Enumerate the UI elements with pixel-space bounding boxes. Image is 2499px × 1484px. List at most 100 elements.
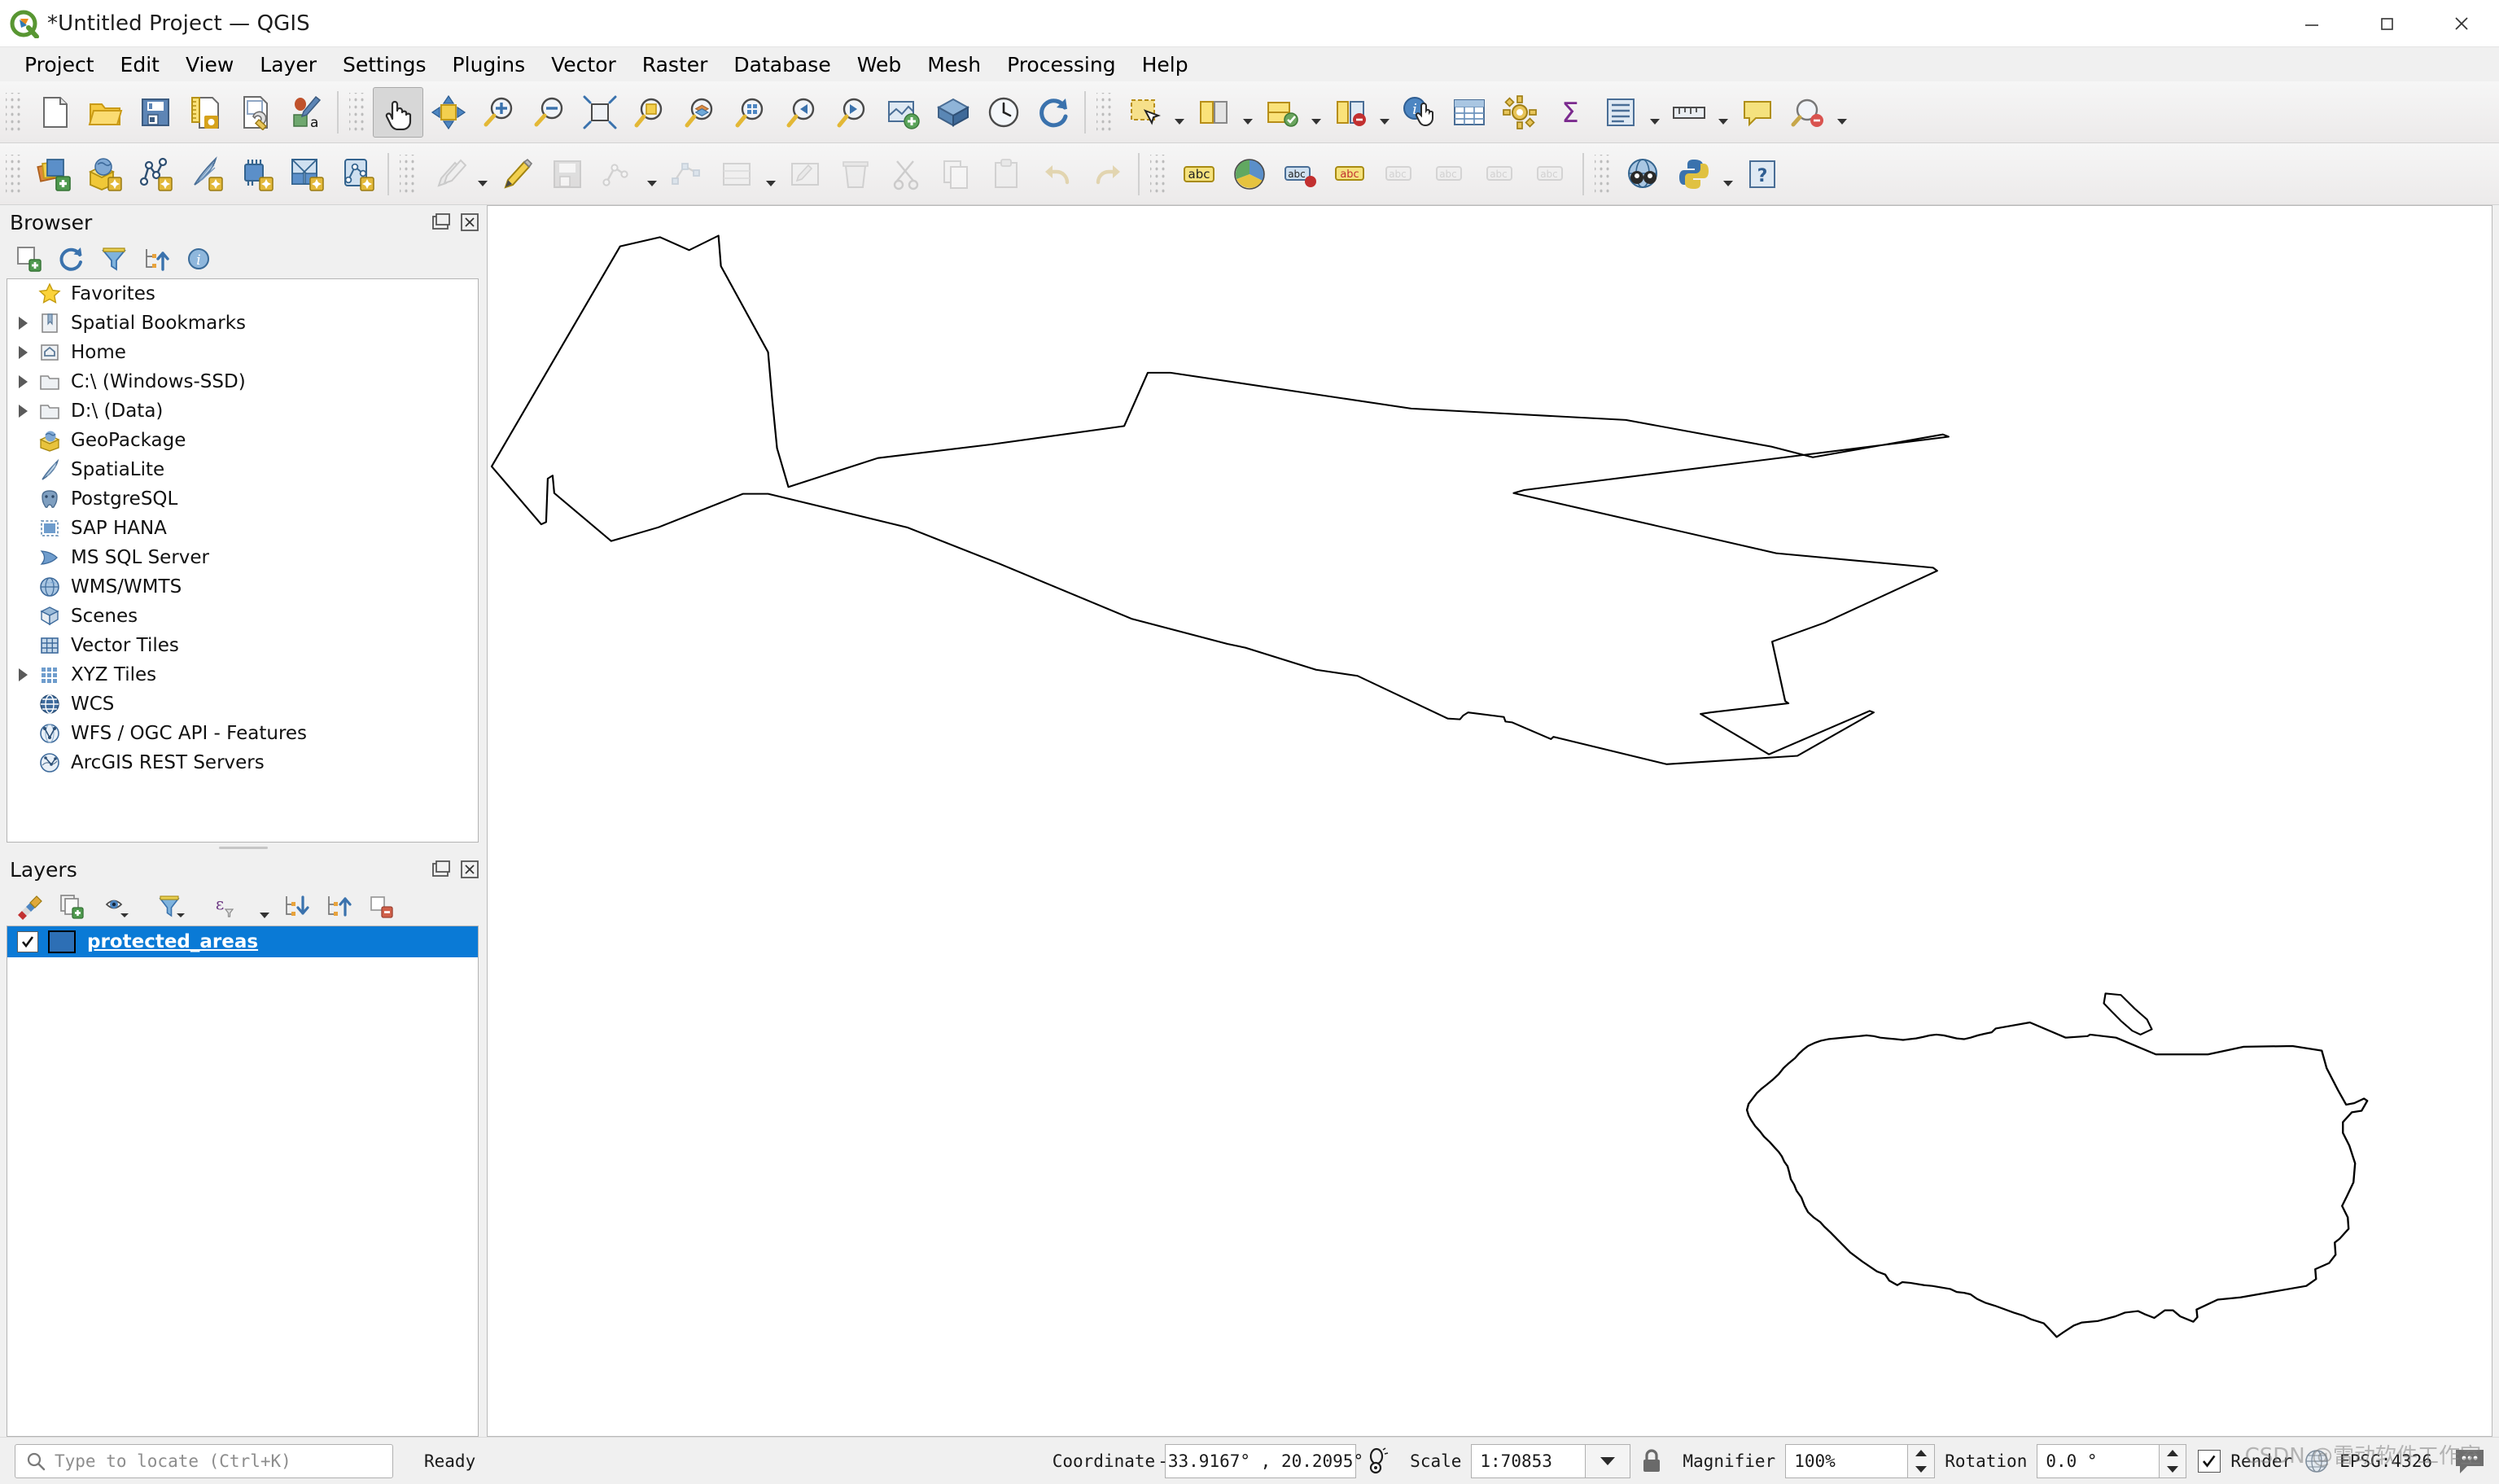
add-delimited-text-button[interactable] bbox=[231, 149, 282, 199]
menu-project[interactable]: Project bbox=[11, 51, 107, 78]
pin-labels-button[interactable]: abc bbox=[1325, 149, 1376, 199]
crs-status-group[interactable]: EPSG:4326 CSDN @雷动软件工作室 bbox=[2245, 1444, 2492, 1476]
zoom-selection-button[interactable] bbox=[625, 87, 676, 138]
toolbar-grip[interactable] bbox=[6, 154, 24, 194]
copy-features-button[interactable] bbox=[931, 149, 982, 199]
browser-item-d-drive[interactable]: D:\ (Data) bbox=[7, 396, 478, 426]
layers-close-button[interactable] bbox=[459, 859, 480, 880]
layer-labeling-button[interactable]: abc bbox=[1174, 149, 1224, 199]
measure-area-button[interactable] bbox=[1325, 87, 1376, 138]
scale-dropdown-button[interactable] bbox=[1585, 1443, 1631, 1478]
modify-attributes-caret[interactable] bbox=[762, 149, 780, 199]
menu-vector[interactable]: Vector bbox=[538, 51, 629, 78]
open-attribute-table-button[interactable] bbox=[1444, 87, 1495, 138]
toggle-extents-button[interactable] bbox=[1356, 1447, 1400, 1476]
expand-arrow[interactable] bbox=[12, 338, 33, 367]
layer-item-protected-areas[interactable]: protected_areas bbox=[7, 926, 478, 957]
layers-float-button[interactable] bbox=[431, 859, 452, 880]
add-vector-tile-button[interactable] bbox=[332, 149, 383, 199]
browser-properties-button[interactable]: i bbox=[179, 241, 218, 277]
expand-arrow[interactable] bbox=[12, 309, 33, 338]
add-vector-layer-button[interactable] bbox=[80, 149, 130, 199]
menu-mesh[interactable]: Mesh bbox=[914, 51, 994, 78]
filter-expression-caret[interactable] bbox=[256, 881, 274, 931]
browser-item-spatialite[interactable]: SpatiaLite bbox=[7, 455, 478, 484]
field-calculator-caret[interactable] bbox=[1646, 87, 1664, 138]
deselect-button[interactable] bbox=[1188, 87, 1239, 138]
identify-features-button[interactable]: i bbox=[1394, 87, 1444, 138]
magnifier-value[interactable]: 100% bbox=[1785, 1443, 1908, 1478]
browser-item-sap-hana[interactable]: SAP HANA bbox=[7, 514, 478, 543]
window-minimize-button[interactable] bbox=[2274, 0, 2349, 47]
browser-collapse-all-button[interactable] bbox=[137, 241, 176, 277]
toolbar-grip[interactable] bbox=[1595, 154, 1613, 194]
menu-view[interactable]: View bbox=[173, 51, 247, 78]
toolbar-grip[interactable] bbox=[400, 154, 418, 194]
measure-area-caret[interactable] bbox=[1376, 87, 1394, 138]
browser-item-arcgis-rest-servers[interactable]: ArcGIS REST Servers bbox=[7, 748, 478, 777]
add-line-feature-button[interactable] bbox=[593, 149, 643, 199]
browser-filter-button[interactable] bbox=[94, 241, 133, 277]
lock-scale-button[interactable] bbox=[1630, 1448, 1673, 1474]
menu-help[interactable]: Help bbox=[1129, 51, 1201, 78]
vertex-tool-button[interactable] bbox=[661, 149, 711, 199]
select-value-caret[interactable] bbox=[1307, 87, 1325, 138]
processing-toolbox-button[interactable] bbox=[1495, 87, 1545, 138]
zoom-layer-button[interactable] bbox=[676, 87, 726, 138]
change-label-button[interactable]: abc bbox=[1527, 149, 1578, 199]
rotation-stepper[interactable] bbox=[2159, 1443, 2187, 1478]
browser-item-wfs-ogc-api[interactable]: WFS / OGC API - Features bbox=[7, 719, 478, 748]
add-mesh-layer-button[interactable] bbox=[181, 149, 231, 199]
python-console-button[interactable] bbox=[1669, 149, 1719, 199]
help-contents-button[interactable]: ? bbox=[1737, 149, 1788, 199]
browser-item-xyz-tiles[interactable]: XYZ Tiles bbox=[7, 660, 478, 689]
zoom-out-button[interactable] bbox=[524, 87, 575, 138]
cut-features-button[interactable] bbox=[881, 149, 931, 199]
zoom-in-button[interactable] bbox=[474, 87, 524, 138]
show-hide-labels-button[interactable]: abc bbox=[1376, 149, 1426, 199]
messages-button[interactable] bbox=[2447, 1447, 2492, 1476]
expand-all-button[interactable] bbox=[277, 888, 316, 924]
map-tips-button[interactable] bbox=[1732, 87, 1783, 138]
collapse-all-button[interactable] bbox=[319, 888, 358, 924]
statistical-summary-button[interactable]: Σ bbox=[1545, 87, 1595, 138]
browser-refresh-button[interactable] bbox=[52, 241, 91, 277]
coordinate-value[interactable]: -33.9167° , 20.2095° bbox=[1158, 1443, 1363, 1478]
select-features-caret[interactable] bbox=[1171, 87, 1188, 138]
open-layer-styling-button[interactable] bbox=[10, 888, 49, 924]
new-3d-map-view-button[interactable] bbox=[928, 87, 978, 138]
save-layer-edits-button[interactable] bbox=[542, 149, 593, 199]
browser-tree[interactable]: Favorites Spatial Bookmarks Home C:\ (Wi… bbox=[7, 278, 479, 843]
layer-visibility-checkbox[interactable] bbox=[17, 931, 38, 952]
magnifier-stepper[interactable] bbox=[1907, 1443, 1936, 1478]
redo-button[interactable] bbox=[1083, 149, 1133, 199]
dock-splitter[interactable] bbox=[0, 843, 487, 852]
python-console-caret[interactable] bbox=[1719, 149, 1737, 199]
undo-button[interactable] bbox=[1032, 149, 1083, 199]
select-features-button[interactable] bbox=[1120, 87, 1171, 138]
expand-arrow[interactable] bbox=[12, 396, 33, 426]
browser-item-home[interactable]: Home bbox=[7, 338, 478, 367]
bookmarks-button[interactable] bbox=[978, 87, 1029, 138]
metasearch-button[interactable] bbox=[1618, 149, 1669, 199]
toolbar-grip[interactable] bbox=[1150, 154, 1168, 194]
menu-edit[interactable]: Edit bbox=[107, 51, 173, 78]
expand-arrow[interactable] bbox=[12, 367, 33, 396]
deselect-all-button[interactable] bbox=[1783, 87, 1833, 138]
add-wms-layer-button[interactable] bbox=[282, 149, 332, 199]
multi-edit-button[interactable] bbox=[780, 149, 830, 199]
select-by-value-button[interactable] bbox=[1257, 87, 1307, 138]
remove-layer-button[interactable] bbox=[361, 888, 400, 924]
current-edits-button[interactable] bbox=[423, 149, 474, 199]
browser-item-vector-tiles[interactable]: Vector Tiles bbox=[7, 631, 478, 660]
browser-item-spatial-bookmarks[interactable]: Spatial Bookmarks bbox=[7, 309, 478, 338]
open-project-button[interactable] bbox=[80, 87, 130, 138]
refresh-button[interactable] bbox=[1029, 87, 1079, 138]
rotation-value[interactable]: 0.0 ° bbox=[2037, 1443, 2160, 1478]
measure-line-caret[interactable] bbox=[1714, 87, 1732, 138]
browser-add-selected-layers-button[interactable] bbox=[10, 241, 49, 277]
measure-line-button[interactable] bbox=[1664, 87, 1714, 138]
scale-value[interactable]: 1:70853 bbox=[1471, 1443, 1586, 1478]
menu-settings[interactable]: Settings bbox=[330, 51, 440, 78]
window-close-button[interactable] bbox=[2424, 0, 2499, 47]
